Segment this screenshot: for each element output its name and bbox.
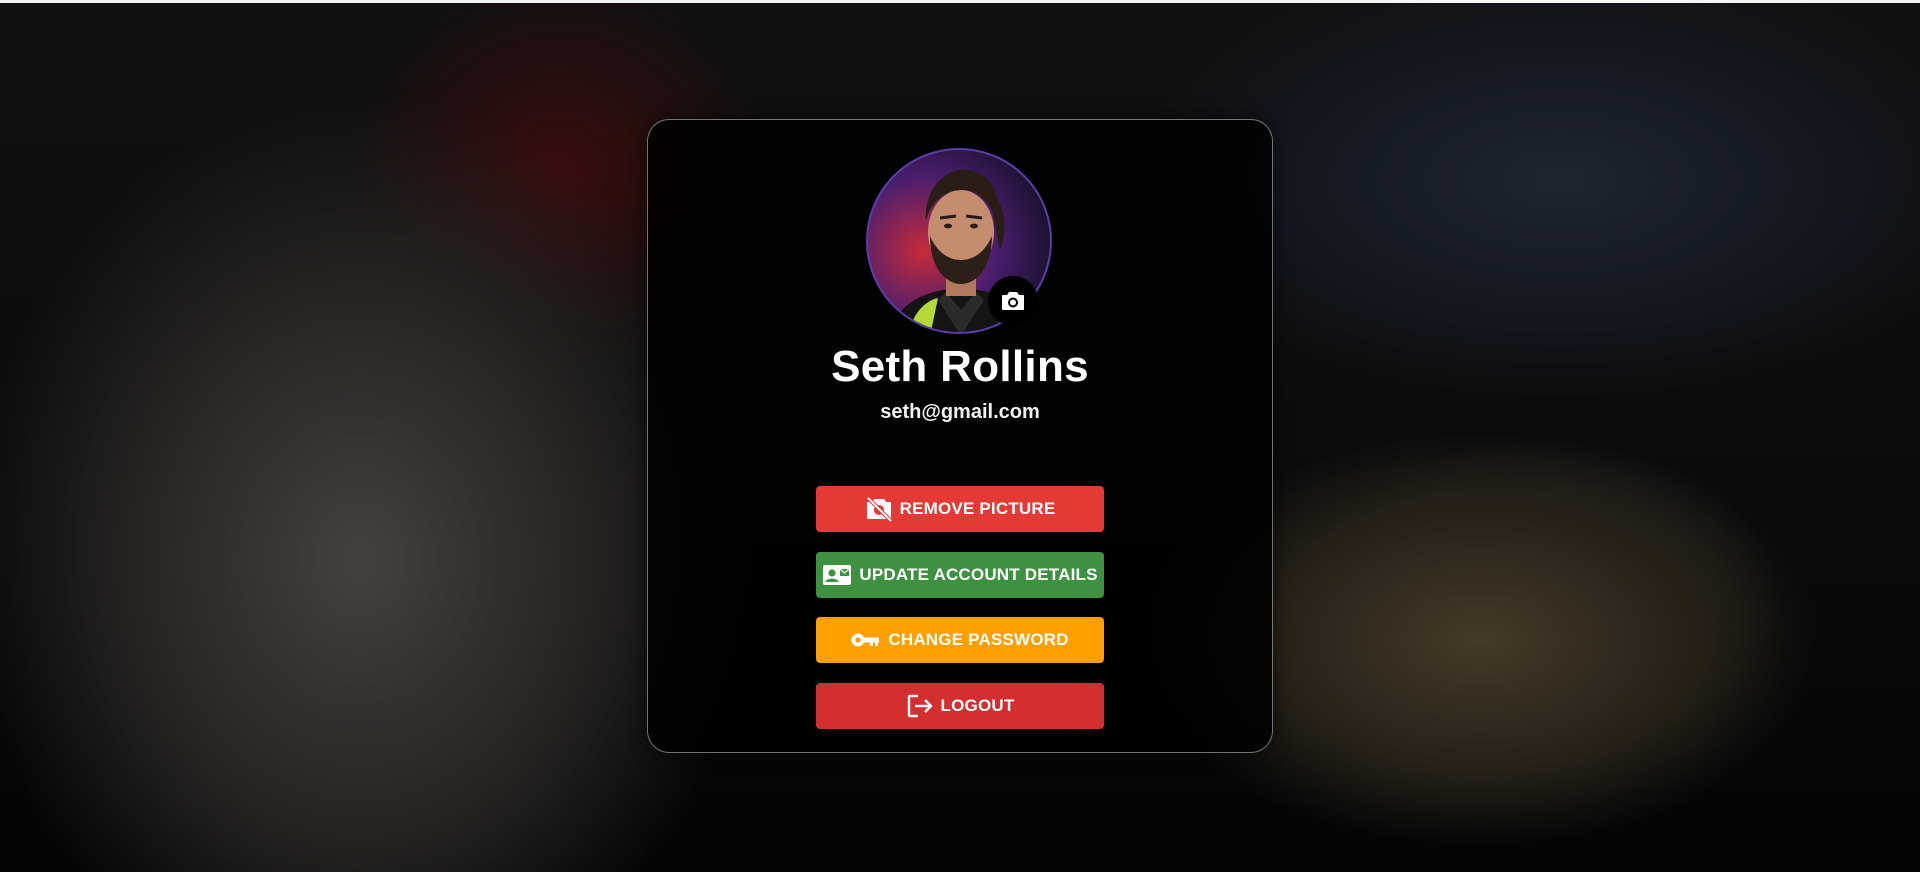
avatar-container [866, 148, 1052, 334]
no-photography-icon [865, 496, 893, 522]
update-account-label: UPDATE ACCOUNT DETAILS [859, 565, 1098, 584]
remove-picture-button[interactable]: REMOVE PICTURE [816, 486, 1104, 532]
profile-card: Seth Rollins seth@gmail.com REMOVE PICTU… [647, 119, 1273, 753]
contact-mail-icon [822, 564, 852, 586]
camera-icon [1002, 292, 1024, 310]
change-picture-button[interactable] [988, 276, 1038, 326]
remove-picture-label: REMOVE PICTURE [899, 499, 1056, 518]
update-account-button[interactable]: UPDATE ACCOUNT DETAILS [816, 552, 1104, 598]
logout-icon [906, 693, 934, 719]
change-password-label: CHANGE PASSWORD [888, 630, 1069, 649]
logout-label: LOGOUT [940, 696, 1015, 715]
top-divider [0, 0, 1920, 3]
logout-button[interactable]: LOGOUT [816, 683, 1104, 729]
change-password-button[interactable]: CHANGE PASSWORD [816, 617, 1104, 663]
profile-page: Seth Rollins seth@gmail.com REMOVE PICTU… [0, 0, 1920, 872]
profile-email: seth@gmail.com [880, 401, 1040, 423]
profile-name: Seth Rollins [831, 342, 1089, 391]
key-icon [851, 631, 881, 649]
